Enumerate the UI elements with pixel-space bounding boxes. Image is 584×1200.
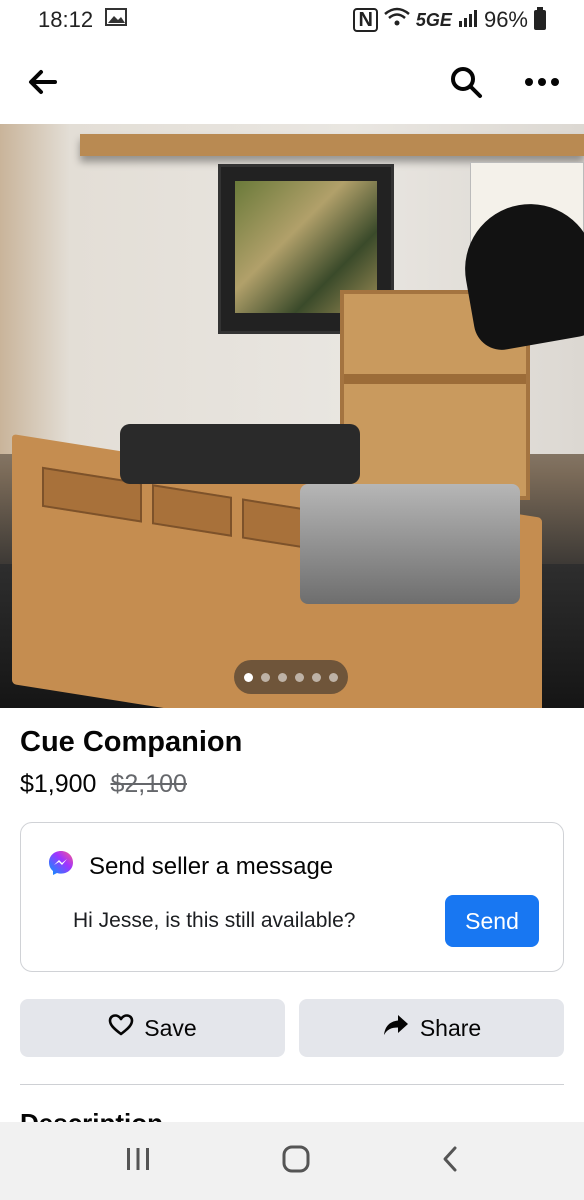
home-icon[interactable] bbox=[281, 1144, 311, 1179]
back-arrow-icon[interactable] bbox=[22, 62, 62, 102]
status-time: 18:12 bbox=[38, 7, 94, 32]
send-message-card: Send seller a message Hi Jesse, is this … bbox=[20, 822, 564, 972]
listing-price: $1,900 bbox=[20, 770, 97, 798]
chevron-left-icon[interactable] bbox=[440, 1145, 460, 1178]
share-arrow-icon bbox=[382, 1013, 410, 1043]
share-button[interactable]: Share bbox=[299, 999, 564, 1057]
save-label: Save bbox=[144, 1014, 197, 1041]
heart-icon bbox=[108, 1013, 134, 1043]
more-options-icon[interactable] bbox=[522, 62, 562, 102]
carousel-indicator bbox=[234, 660, 348, 694]
message-card-header: Send seller a message bbox=[47, 849, 333, 884]
carousel-dot[interactable] bbox=[244, 672, 253, 682]
photo-lathe bbox=[300, 484, 520, 604]
network-type: 5GE bbox=[415, 9, 452, 30]
wifi-icon bbox=[384, 7, 410, 33]
share-label: Share bbox=[419, 1014, 482, 1041]
top-nav bbox=[0, 52, 584, 112]
system-nav-bar bbox=[0, 1122, 584, 1200]
carousel-dot[interactable] bbox=[261, 672, 270, 682]
recents-icon[interactable] bbox=[124, 1146, 152, 1177]
listing-title: Cue Companion bbox=[20, 726, 243, 758]
save-button[interactable]: Save bbox=[20, 999, 285, 1057]
listing-photo[interactable] bbox=[0, 124, 584, 708]
carousel-dot[interactable] bbox=[278, 672, 287, 682]
carousel-dot[interactable] bbox=[295, 672, 304, 682]
photo-upper-shelf bbox=[80, 134, 584, 156]
price-row: $1,900 $2,100 bbox=[20, 770, 187, 799]
photo-motor-assembly bbox=[120, 424, 360, 484]
battery-percent: 96% bbox=[483, 7, 528, 32]
messenger-icon bbox=[47, 849, 75, 884]
action-row: Save Share bbox=[20, 999, 564, 1057]
signal-icon bbox=[458, 7, 478, 33]
message-input[interactable]: Hi Jesse, is this still available? bbox=[73, 909, 355, 933]
nfc-icon: N bbox=[353, 8, 378, 32]
description-heading: Description bbox=[20, 1108, 163, 1122]
send-button[interactable]: Send bbox=[445, 895, 539, 947]
search-icon[interactable] bbox=[446, 62, 486, 102]
message-card-heading: Send seller a message bbox=[89, 852, 334, 880]
carousel-dot[interactable] bbox=[312, 672, 321, 682]
gallery-notification-icon bbox=[105, 7, 128, 33]
section-divider bbox=[20, 1084, 564, 1085]
listing-original-price: $2,100 bbox=[110, 770, 187, 798]
carousel-dot[interactable] bbox=[329, 672, 338, 682]
battery-icon bbox=[534, 7, 546, 30]
status-bar: 18:12 N 5GE 96% bbox=[0, 0, 584, 40]
